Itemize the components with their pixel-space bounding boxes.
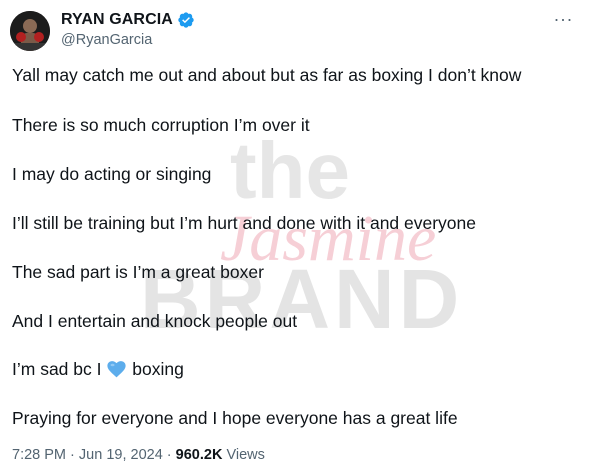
meta-separator: · [166,447,172,463]
tweet-line: The sad part is I’m a great boxer [12,262,264,282]
views-label: Views [226,447,265,463]
tweet-line: I’ll still be training but I’m hurt and … [12,213,477,233]
avatar[interactable] [10,11,50,51]
tweet-line-part: I’m sad bc I [12,359,102,379]
more-options-icon[interactable]: ··· [554,10,573,28]
tweet-line: I may do acting or singing [12,164,212,184]
author-name-row[interactable]: RYAN GARCIA [61,10,195,30]
tweet-line-heart: I’m sad bc I boxing [12,358,184,380]
avatar-image [10,11,50,51]
tweet-meta: 7:28 PM · Jun 19, 2024 · 960.2K Views [12,447,265,463]
tweet-line: Yall may catch me out and about but as f… [12,65,522,85]
tweet-line: Praying for everyone and I hope everyone… [12,408,458,428]
tweet-line: There is so much corruption I’m over it [12,115,310,135]
author-handle[interactable]: @RyanGarcia [61,32,152,48]
tweet-time[interactable]: 7:28 PM [12,447,66,463]
tweet-line-part: boxing [132,359,184,379]
tweet-date[interactable]: Jun 19, 2024 [79,447,163,463]
views-count[interactable]: 960.2K [176,447,223,463]
verified-badge-icon [177,11,195,29]
display-name[interactable]: RYAN GARCIA [61,11,173,29]
tweet-line: And I entertain and knock people out [12,311,298,331]
watermark-line1: the [230,128,350,215]
meta-separator: · [70,447,75,463]
blue-heart-icon [107,361,126,378]
